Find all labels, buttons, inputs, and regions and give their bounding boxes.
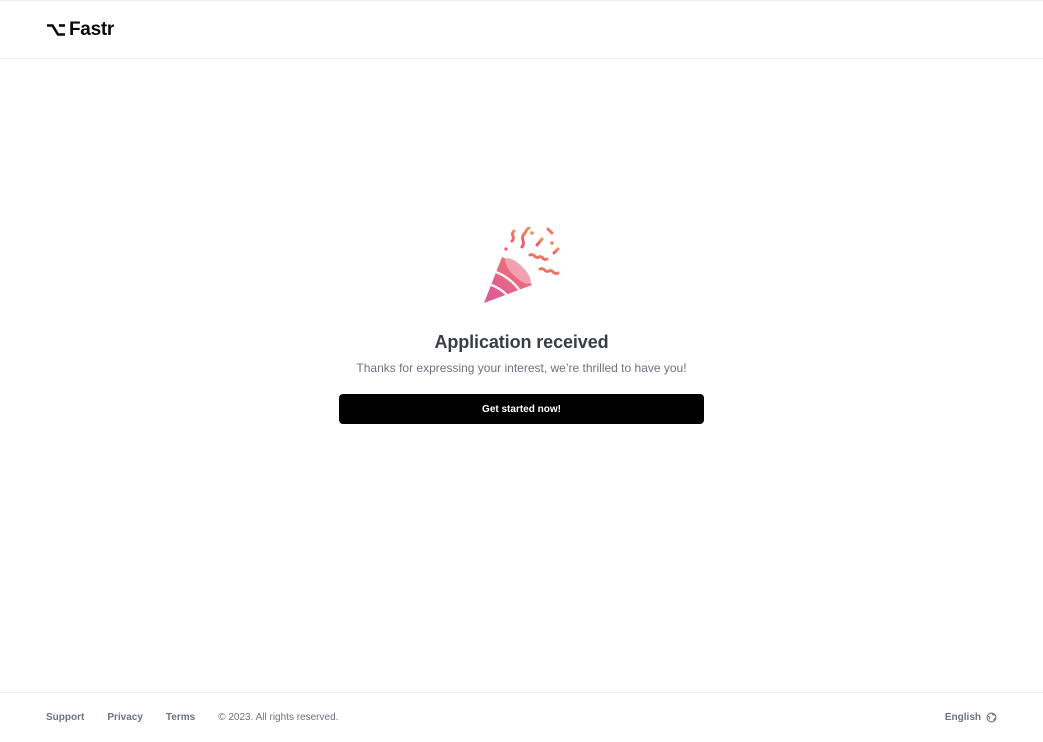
copyright-text: © 2023. All rights reserved.: [218, 712, 339, 723]
option-key-icon: [47, 23, 65, 36]
footer-link-privacy[interactable]: Privacy: [107, 712, 143, 723]
site-footer: Support Privacy Terms © 2023. All rights…: [0, 692, 1043, 742]
language-selector[interactable]: English: [945, 712, 997, 723]
main-content: Application received Thanks for expressi…: [0, 59, 1043, 692]
page: Fastr Application received Thanks for ex…: [0, 0, 1043, 742]
language-label: English: [944, 712, 981, 723]
footer-link-terms[interactable]: Terms: [166, 712, 195, 723]
footer-links: Support Privacy Terms © 2023. All rights…: [46, 712, 338, 723]
party-popper-icon: [483, 227, 559, 303]
site-header: Fastr: [0, 0, 1043, 59]
logo-text: Fastr: [69, 19, 114, 40]
globe-icon: [986, 712, 997, 723]
get-started-button[interactable]: Get started now!: [339, 394, 704, 424]
confirmation-panel: Application received Thanks for expressi…: [0, 227, 1043, 424]
page-subtitle: Thanks for expressing your interest, we’…: [356, 361, 687, 375]
footer-link-support[interactable]: Support: [46, 712, 84, 723]
page-title: Application received: [434, 332, 609, 352]
logo[interactable]: Fastr: [46, 20, 114, 39]
